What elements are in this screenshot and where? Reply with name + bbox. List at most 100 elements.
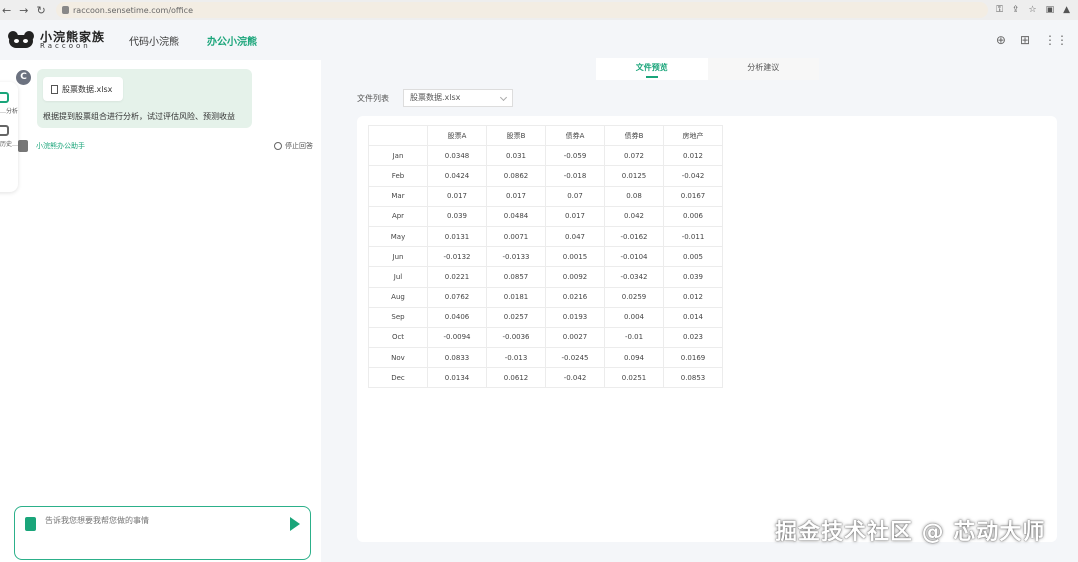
address-bar[interactable]: raccoon.sensetime.com/office	[56, 2, 989, 18]
table-cell: -0.059	[545, 145, 605, 167]
table-row: Jan 0.0348 0.031 -0.059 0.072 0.012	[368, 145, 723, 167]
table-row: Sep 0.0406 0.0257 0.0193 0.004 0.014	[368, 306, 723, 328]
user-message-text: 根据提到股票组合进行分析，试过评估风险、预测收益	[43, 112, 235, 121]
table-cell: Mar	[368, 185, 428, 207]
send-icon[interactable]	[290, 517, 300, 531]
table-cell: 0.0484	[486, 205, 546, 227]
table-cell: -0.042	[545, 367, 605, 389]
globe-icon[interactable]: ⊕	[996, 33, 1006, 47]
table-header-cell: 股票B	[486, 124, 546, 147]
table-cell: -0.0245	[545, 347, 605, 369]
logo[interactable]: 小浣熊家族 Raccoon	[6, 31, 105, 50]
table-cell: 0.0216	[545, 286, 605, 308]
lock-icon	[62, 6, 69, 14]
table-cell: Feb	[368, 165, 428, 187]
table-cell: 0.017	[486, 185, 546, 207]
forward-arrow-icon[interactable]: →	[19, 4, 28, 17]
table-cell: Sep	[368, 306, 428, 328]
share-icon[interactable]: ⇪	[1012, 5, 1020, 15]
file-select[interactable]: 股票数据.xlsx	[403, 89, 513, 107]
table-cell: 0.0424	[427, 165, 487, 187]
table-cell: 0.039	[663, 266, 723, 288]
table-header-cell: 债券B	[604, 124, 664, 147]
chat-input[interactable]	[45, 515, 285, 553]
table-header-cell	[368, 124, 428, 147]
book-icon[interactable]: ⊞	[1020, 33, 1030, 47]
document-icon[interactable]	[25, 517, 36, 531]
table-cell: 0.0406	[427, 306, 487, 328]
table-cell: 0.014	[663, 306, 723, 328]
table-cell: 0.017	[427, 185, 487, 207]
table-cell: 0.0612	[486, 367, 546, 389]
tab-analysis-suggestions[interactable]: 分析建议	[707, 58, 819, 80]
preview-panel: 文件预览 分析建议 文件列表 股票数据.xlsx 股票A 股票B 债券A 债券B 房地产…	[321, 58, 1078, 562]
table-cell: 0.0181	[486, 286, 546, 308]
top-nav: 代码小浣熊 办公小浣熊	[129, 33, 257, 48]
chat-panel: …分析 历史… C 股票数据.xlsx 根据提到股票组合进行分析，试过评估风险、…	[0, 60, 321, 562]
table-cell: 0.072	[604, 145, 664, 167]
table-cell: -0.018	[545, 165, 605, 187]
star-icon[interactable]: ☆	[1028, 5, 1036, 15]
nav-code-raccoon[interactable]: 代码小浣熊	[129, 33, 179, 48]
table-cell: 0.0131	[427, 225, 487, 248]
table-row: Feb 0.0424 0.0862 -0.018 0.0125 -0.042	[368, 165, 723, 187]
table-cell: 0.0762	[427, 286, 487, 308]
attached-file[interactable]: 股票数据.xlsx	[43, 77, 123, 101]
window-icon[interactable]: ▣	[1046, 5, 1055, 15]
watermark: 掘金技术社区 @ 芯动大师	[775, 520, 1046, 545]
table-cell: 0.0027	[545, 326, 605, 349]
logo-title: 小浣熊家族	[40, 29, 106, 44]
table-cell: -0.042	[663, 165, 723, 187]
stop-button[interactable]: 停止回答	[274, 141, 313, 151]
table-row: Aug 0.0762 0.0181 0.0216 0.0259 0.012	[368, 286, 723, 308]
table-row: May 0.0131 0.0071 0.047 -0.0162 -0.011	[368, 225, 723, 248]
reload-icon[interactable]: ↻	[36, 4, 45, 17]
table-row: Nov 0.0833 -0.013 -0.0245 0.094 0.0169	[368, 347, 723, 369]
back-arrow-icon[interactable]: ←	[2, 4, 11, 17]
bot-name: 小浣熊办公助手	[36, 142, 85, 150]
table-cell: Jun	[368, 246, 428, 268]
table-row: Mar 0.017 0.017 0.07 0.08 0.0167	[368, 185, 723, 207]
table-cell: 0.0167	[663, 185, 723, 207]
table-cell: 0.0071	[486, 225, 546, 248]
table-cell: -0.013	[486, 347, 546, 369]
table-cell: 0.012	[663, 286, 723, 308]
table-cell: Oct	[368, 326, 428, 349]
grid-icon[interactable]: ⋮⋮	[1044, 33, 1068, 47]
tab-file-preview[interactable]: 文件预览	[596, 58, 708, 80]
stop-label: 停止回答	[285, 142, 313, 150]
table-preview: 股票A 股票B 债券A 债券B 房地产 Jan 0.0348 0.031 -0.059 0.07…	[357, 116, 1057, 542]
table-cell: -0.011	[663, 225, 723, 248]
side-tabs: …分析 历史…	[0, 82, 18, 192]
table-cell: 0.094	[604, 347, 664, 369]
raccoon-logo-icon	[6, 31, 36, 49]
data-table: 股票A 股票B 债券A 债券B 房地产 Jan 0.0348 0.031 -0.059 0.07…	[368, 124, 723, 389]
table-cell: 0.0221	[427, 266, 487, 288]
logo-subtitle: Raccoon	[40, 41, 91, 50]
side-tab-analysis[interactable]: …分析	[0, 82, 18, 115]
attached-file-name: 股票数据.xlsx	[62, 84, 113, 94]
table-cell: -0.0104	[604, 246, 664, 268]
preview-tabs: 文件预览 分析建议	[596, 58, 819, 80]
table-cell: Apr	[368, 205, 428, 227]
key-icon[interactable]: ⚿	[996, 5, 1003, 15]
table-cell: 0.039	[427, 205, 487, 227]
chat-icon	[0, 92, 9, 103]
table-cell: -0.0132	[427, 246, 487, 268]
table-cell: Jul	[368, 266, 428, 288]
nav-office-raccoon[interactable]: 办公小浣熊	[207, 33, 257, 48]
table-cell: -0.01	[604, 326, 664, 349]
table-cell: 0.0134	[427, 367, 487, 389]
table-cell: 0.017	[545, 205, 605, 227]
user-message: 股票数据.xlsx 根据提到股票组合进行分析，试过评估风险、预测收益	[37, 69, 252, 128]
user-avatar: C	[16, 70, 31, 85]
side-tab-history[interactable]: 历史…	[0, 115, 18, 148]
side-tab-history-label: 历史…	[0, 141, 19, 148]
table-cell: -0.0094	[427, 326, 487, 349]
table-cell: 0.023	[663, 326, 723, 349]
table-row: Apr 0.039 0.0484 0.017 0.042 0.006	[368, 205, 723, 227]
table-row: Dec 0.0134 0.0612 -0.042 0.0251 0.0853	[368, 367, 723, 389]
table-cell: May	[368, 225, 428, 248]
table-cell: 0.047	[545, 225, 605, 248]
extension-icon[interactable]: ▲	[1063, 5, 1070, 15]
